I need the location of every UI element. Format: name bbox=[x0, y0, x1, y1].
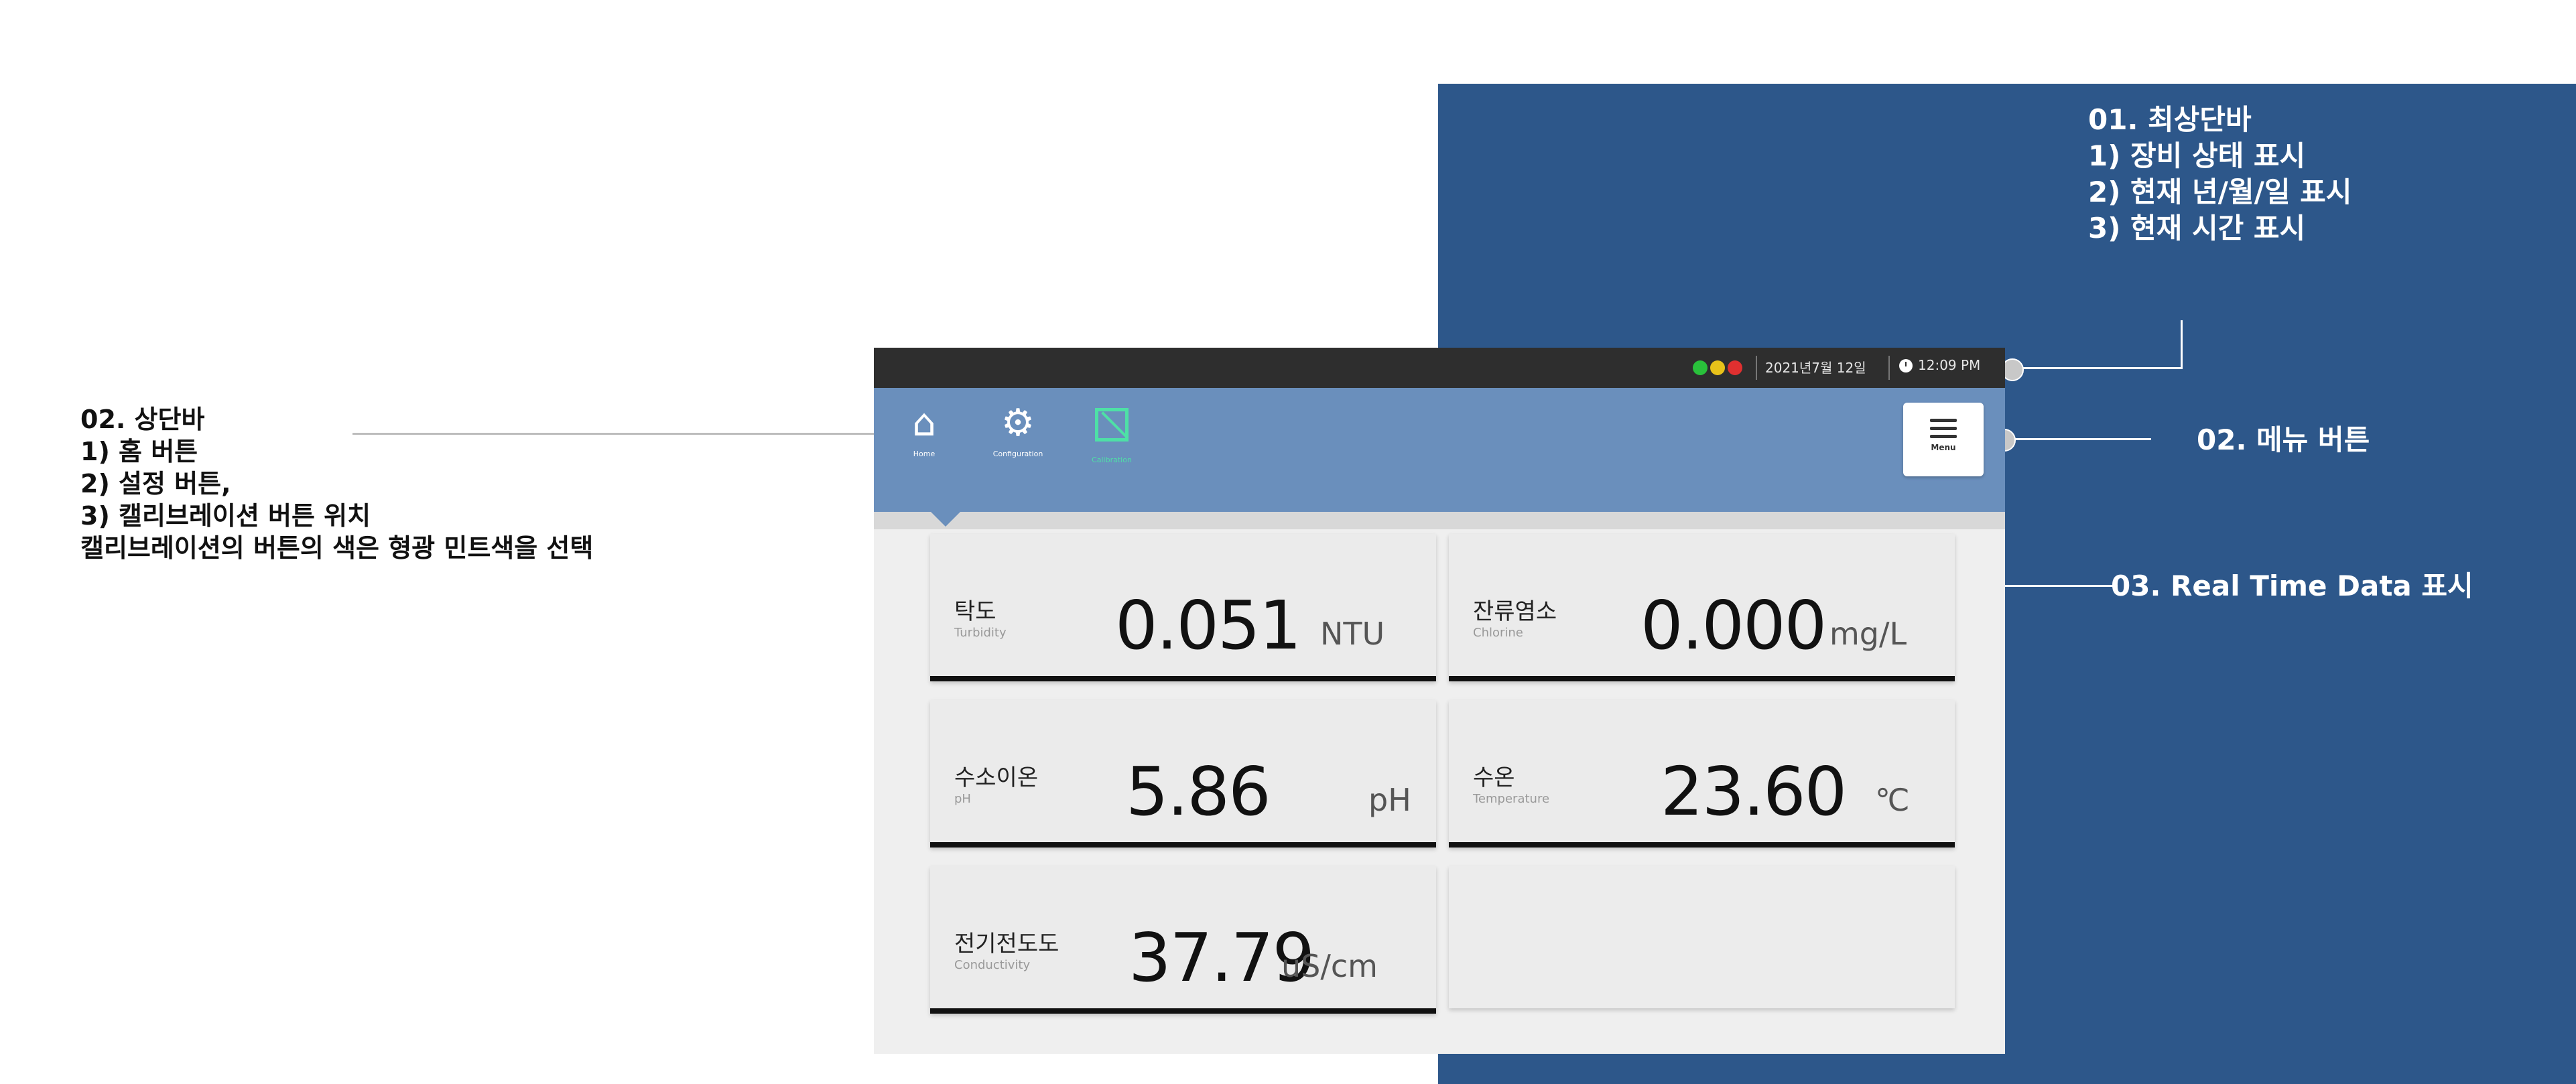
device-screen: 2021년7월 12일 12:09 PM ⌂ Home ⚙ Configurat… bbox=[874, 348, 2005, 1054]
status-bar: 2021년7월 12일 12:09 PM bbox=[874, 348, 2005, 388]
nav-shadow-strip bbox=[874, 512, 2005, 529]
divider bbox=[1756, 356, 1757, 380]
annotation-connector bbox=[2010, 367, 2183, 369]
card-label: 수온 bbox=[1473, 764, 1515, 791]
annotation-real-time-data: 03. Real Time Data 표시 bbox=[2111, 569, 2473, 602]
nav-bar: ⌂ Home ⚙ Configuration Calibration Menu bbox=[874, 388, 2005, 512]
status-lamp-yellow bbox=[1710, 360, 1725, 375]
card-label: 전기전도도 bbox=[954, 931, 1059, 957]
annotation-nav-bar: 02. 상단바 1) 홈 버튼 2) 설정 버튼, 3) 캘리브레이션 버튼 위… bbox=[80, 403, 593, 564]
annotation-item: 3) 캘리브레이션 버튼 위치 bbox=[80, 501, 371, 531]
annotation-connector bbox=[2181, 320, 2183, 368]
calibration-icon bbox=[1075, 400, 1149, 453]
card-sublabel: Temperature bbox=[1473, 792, 1550, 806]
annotation-title: 01. 최상단바 bbox=[2088, 103, 2252, 136]
card-unit: ℃ bbox=[1875, 782, 1910, 818]
annotation-connector bbox=[2013, 438, 2151, 440]
status-lamp-red bbox=[1728, 360, 1742, 375]
home-button[interactable]: ⌂ Home bbox=[887, 400, 961, 458]
calibration-button[interactable]: Calibration bbox=[1075, 400, 1149, 464]
card-label: 수소이온 bbox=[954, 764, 1039, 791]
data-card-turbidity: 탁도 Turbidity 0.051 NTU bbox=[930, 534, 1436, 681]
card-sublabel: pH bbox=[954, 792, 971, 806]
annotation-top-bar: 01. 최상단바 1) 장비 상태 표시 2) 현재 년/월/일 표시 3) 현… bbox=[2088, 102, 2352, 247]
card-label: 잔류염소 bbox=[1473, 598, 1557, 625]
menu-icon bbox=[1930, 419, 1957, 438]
menu-button[interactable]: Menu bbox=[1903, 403, 1984, 476]
card-unit: NTU bbox=[1320, 616, 1385, 652]
card-sublabel: Conductivity bbox=[954, 958, 1031, 972]
menu-button-label: Menu bbox=[1931, 443, 1956, 452]
configuration-button-label: Configuration bbox=[992, 450, 1043, 458]
annotation-item: 2) 현재 년/월/일 표시 bbox=[2088, 176, 2352, 208]
card-value: 5.86 bbox=[1126, 752, 1271, 831]
annotation-item: 1) 장비 상태 표시 bbox=[2088, 139, 2306, 172]
data-card-temperature: 수온 Temperature 23.60 ℃ bbox=[1449, 700, 1955, 848]
data-card-chlorine: 잔류염소 Chlorine 0.000 mg/L bbox=[1449, 534, 1955, 681]
data-card-empty bbox=[1449, 866, 1955, 1008]
card-label: 탁도 bbox=[954, 598, 996, 625]
calibration-button-label: Calibration bbox=[1092, 456, 1132, 464]
annotation-item: 캘리브레이션의 버튼의 색은 형광 민트색을 선택 bbox=[80, 533, 594, 563]
divider bbox=[1888, 356, 1890, 380]
home-icon: ⌂ bbox=[912, 401, 936, 445]
annotation-item: 2) 설정 버튼, bbox=[80, 469, 231, 498]
card-unit: pH bbox=[1368, 782, 1411, 818]
annotation-item: 1) 홈 버튼 bbox=[80, 437, 198, 466]
card-unit: uS/cm bbox=[1281, 948, 1378, 984]
annotation-item: 3) 현재 시간 표시 bbox=[2088, 212, 2306, 245]
card-value: 0.000 bbox=[1640, 586, 1827, 665]
status-date: 2021년7월 12일 bbox=[1765, 360, 1866, 376]
clock-icon bbox=[1899, 359, 1913, 372]
card-value: 0.051 bbox=[1115, 586, 1301, 665]
annotation-menu-button: 02. 메뉴 버튼 bbox=[2197, 423, 2370, 456]
card-sublabel: Chlorine bbox=[1473, 626, 1523, 640]
annotation-connector bbox=[352, 433, 889, 435]
gear-icon: ⚙ bbox=[1001, 401, 1035, 445]
annotation-title: 02. 상단바 bbox=[80, 405, 205, 434]
status-lamp-green bbox=[1693, 360, 1708, 375]
home-button-label: Home bbox=[913, 450, 936, 458]
card-value: 23.60 bbox=[1661, 752, 1847, 831]
data-card-ph: 수소이온 pH 5.86 pH bbox=[930, 700, 1436, 848]
configuration-button[interactable]: ⚙ Configuration bbox=[981, 400, 1055, 458]
data-card-conductivity: 전기전도도 Conductivity 37.79 uS/cm bbox=[930, 866, 1436, 1014]
status-time: 12:09 PM bbox=[1918, 357, 1981, 373]
active-tab-pointer bbox=[931, 512, 960, 527]
card-unit: mg/L bbox=[1829, 616, 1907, 652]
card-sublabel: Turbidity bbox=[954, 626, 1007, 640]
